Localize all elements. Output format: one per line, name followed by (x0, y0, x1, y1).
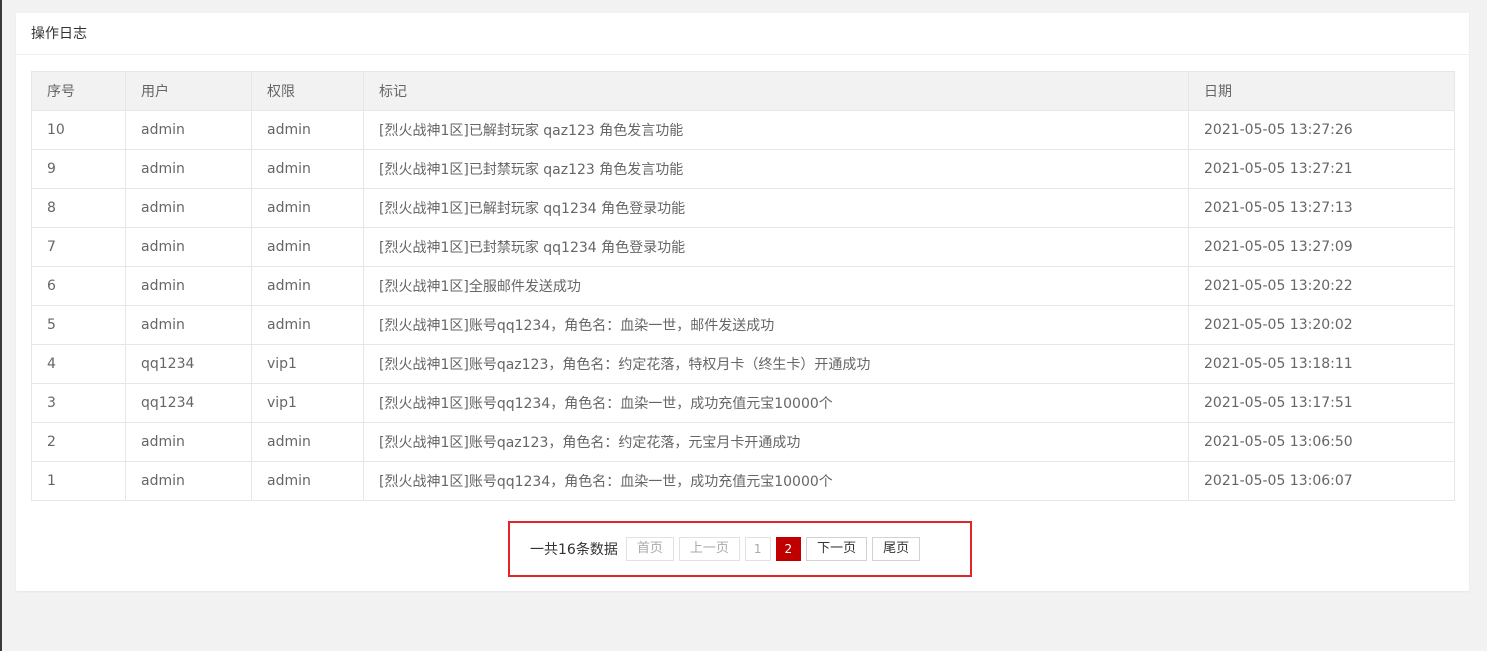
cell-role: admin (251, 227, 364, 267)
cell-user: admin (125, 110, 252, 150)
cell-mark: [烈火战神1区]账号qq1234，角色名：血染一世，成功充值元宝10000个 (363, 461, 1189, 501)
right-scroll-gutter (1473, 0, 1487, 651)
table-header-row: 序号 用户 权限 标记 日期 (31, 71, 1455, 111)
cell-role: admin (251, 266, 364, 306)
cell-mark: [烈火战神1区]已解封玩家 qq1234 角色登录功能 (363, 188, 1189, 228)
cell-date: 2021-05-05 13:06:07 (1188, 461, 1455, 501)
operation-log-table: 序号 用户 权限 标记 日期 10 admin admin [烈火战神1区]已解… (31, 71, 1455, 501)
cell-mark: [烈火战神1区]账号qaz123，角色名：约定花落，元宝月卡开通成功 (363, 422, 1189, 462)
table-row: 7 admin admin [烈火战神1区]已封禁玩家 qq1234 角色登录功… (31, 227, 1455, 267)
cell-id: 7 (31, 227, 126, 267)
cell-mark: [烈火战神1区]已封禁玩家 qaz123 角色发言功能 (363, 149, 1189, 189)
cell-date: 2021-05-05 13:20:22 (1188, 266, 1455, 306)
cell-id: 5 (31, 305, 126, 345)
cell-user: qq1234 (125, 344, 252, 384)
cell-date: 2021-05-05 13:17:51 (1188, 383, 1455, 423)
cell-id: 2 (31, 422, 126, 462)
cell-user: admin (125, 305, 252, 345)
table-row: 6 admin admin [烈火战神1区]全服邮件发送成功 2021-05-0… (31, 266, 1455, 306)
column-header-role: 权限 (251, 71, 364, 111)
cell-mark: [烈火战神1区]账号qaz123，角色名：约定花落，特权月卡（终生卡）开通成功 (363, 344, 1189, 384)
last-page-button[interactable]: 尾页 (872, 537, 921, 561)
window-left-edge (0, 0, 2, 651)
first-page-button[interactable]: 首页 (625, 537, 674, 561)
cell-id: 6 (31, 266, 126, 306)
table-row: 5 admin admin [烈火战神1区]账号qq1234，角色名：血染一世，… (31, 305, 1455, 345)
cell-id: 1 (31, 461, 126, 501)
cell-role: vip1 (251, 383, 364, 423)
cell-mark: [烈火战神1区]账号qq1234，角色名：血染一世，成功充值元宝10000个 (363, 383, 1189, 423)
cell-user: admin (125, 461, 252, 501)
cell-role: admin (251, 461, 364, 501)
column-header-mark: 标记 (363, 71, 1189, 111)
cell-date: 2021-05-05 13:06:50 (1188, 422, 1455, 462)
cell-id: 4 (31, 344, 126, 384)
table-row: 1 admin admin [烈火战神1区]账号qq1234，角色名：血染一世，… (31, 461, 1455, 501)
cell-mark: [烈火战神1区]账号qq1234，角色名：血染一世，邮件发送成功 (363, 305, 1189, 345)
column-header-user: 用户 (125, 71, 252, 111)
table-row: 3 qq1234 vip1 [烈火战神1区]账号qq1234，角色名：血染一世，… (31, 383, 1455, 423)
operation-log-card: 操作日志 序号 用户 权限 标记 日期 10 admin admin [烈火战神… (16, 13, 1469, 591)
table-row: 8 admin admin [烈火战神1区]已解封玩家 qq1234 角色登录功… (31, 188, 1455, 228)
cell-role: admin (251, 422, 364, 462)
cell-role: vip1 (251, 344, 364, 384)
cell-date: 2021-05-05 13:18:11 (1188, 344, 1455, 384)
cell-id: 3 (31, 383, 126, 423)
cell-date: 2021-05-05 13:27:13 (1188, 188, 1455, 228)
cell-id: 9 (31, 149, 126, 189)
prev-page-button[interactable]: 上一页 (678, 537, 740, 561)
cell-id: 8 (31, 188, 126, 228)
pagination-total-count: 一共16条数据 (530, 542, 618, 558)
cell-date: 2021-05-05 13:27:09 (1188, 227, 1455, 267)
table-row: 10 admin admin [烈火战神1区]已解封玩家 qaz123 角色发言… (31, 110, 1455, 150)
cell-user: admin (125, 266, 252, 306)
cell-user: admin (125, 227, 252, 267)
page-2-button-current[interactable]: 2 (775, 537, 802, 561)
table-row: 9 admin admin [烈火战神1区]已封禁玩家 qaz123 角色发言功… (31, 149, 1455, 189)
cell-role: admin (251, 305, 364, 345)
cell-role: admin (251, 188, 364, 228)
cell-mark: [烈火战神1区]已解封玩家 qaz123 角色发言功能 (363, 110, 1189, 150)
cell-date: 2021-05-05 13:20:02 (1188, 305, 1455, 345)
cell-user: admin (125, 149, 252, 189)
cell-role: admin (251, 149, 364, 189)
cell-mark: [烈火战神1区]已封禁玩家 qq1234 角色登录功能 (363, 227, 1189, 267)
table-row: 2 admin admin [烈火战神1区]账号qaz123，角色名：约定花落，… (31, 422, 1455, 462)
card-title: 操作日志 (16, 13, 1469, 55)
cell-mark: [烈火战神1区]全服邮件发送成功 (363, 266, 1189, 306)
cell-id: 10 (31, 110, 126, 150)
cell-date: 2021-05-05 13:27:26 (1188, 110, 1455, 150)
page-1-button[interactable]: 1 (744, 537, 771, 561)
cell-role: admin (251, 110, 364, 150)
pagination: 一共16条数据 首页 上一页 1 2 下一页 尾页 (530, 537, 925, 561)
table-row: 4 qq1234 vip1 [烈火战神1区]账号qaz123，角色名：约定花落，… (31, 344, 1455, 384)
column-header-id: 序号 (31, 71, 126, 111)
cell-user: admin (125, 422, 252, 462)
cell-date: 2021-05-05 13:27:21 (1188, 149, 1455, 189)
cell-user: admin (125, 188, 252, 228)
pagination-highlight-box: 一共16条数据 首页 上一页 1 2 下一页 尾页 (508, 521, 972, 577)
column-header-date: 日期 (1188, 71, 1455, 111)
next-page-button[interactable]: 下一页 (806, 537, 868, 561)
cell-user: qq1234 (125, 383, 252, 423)
